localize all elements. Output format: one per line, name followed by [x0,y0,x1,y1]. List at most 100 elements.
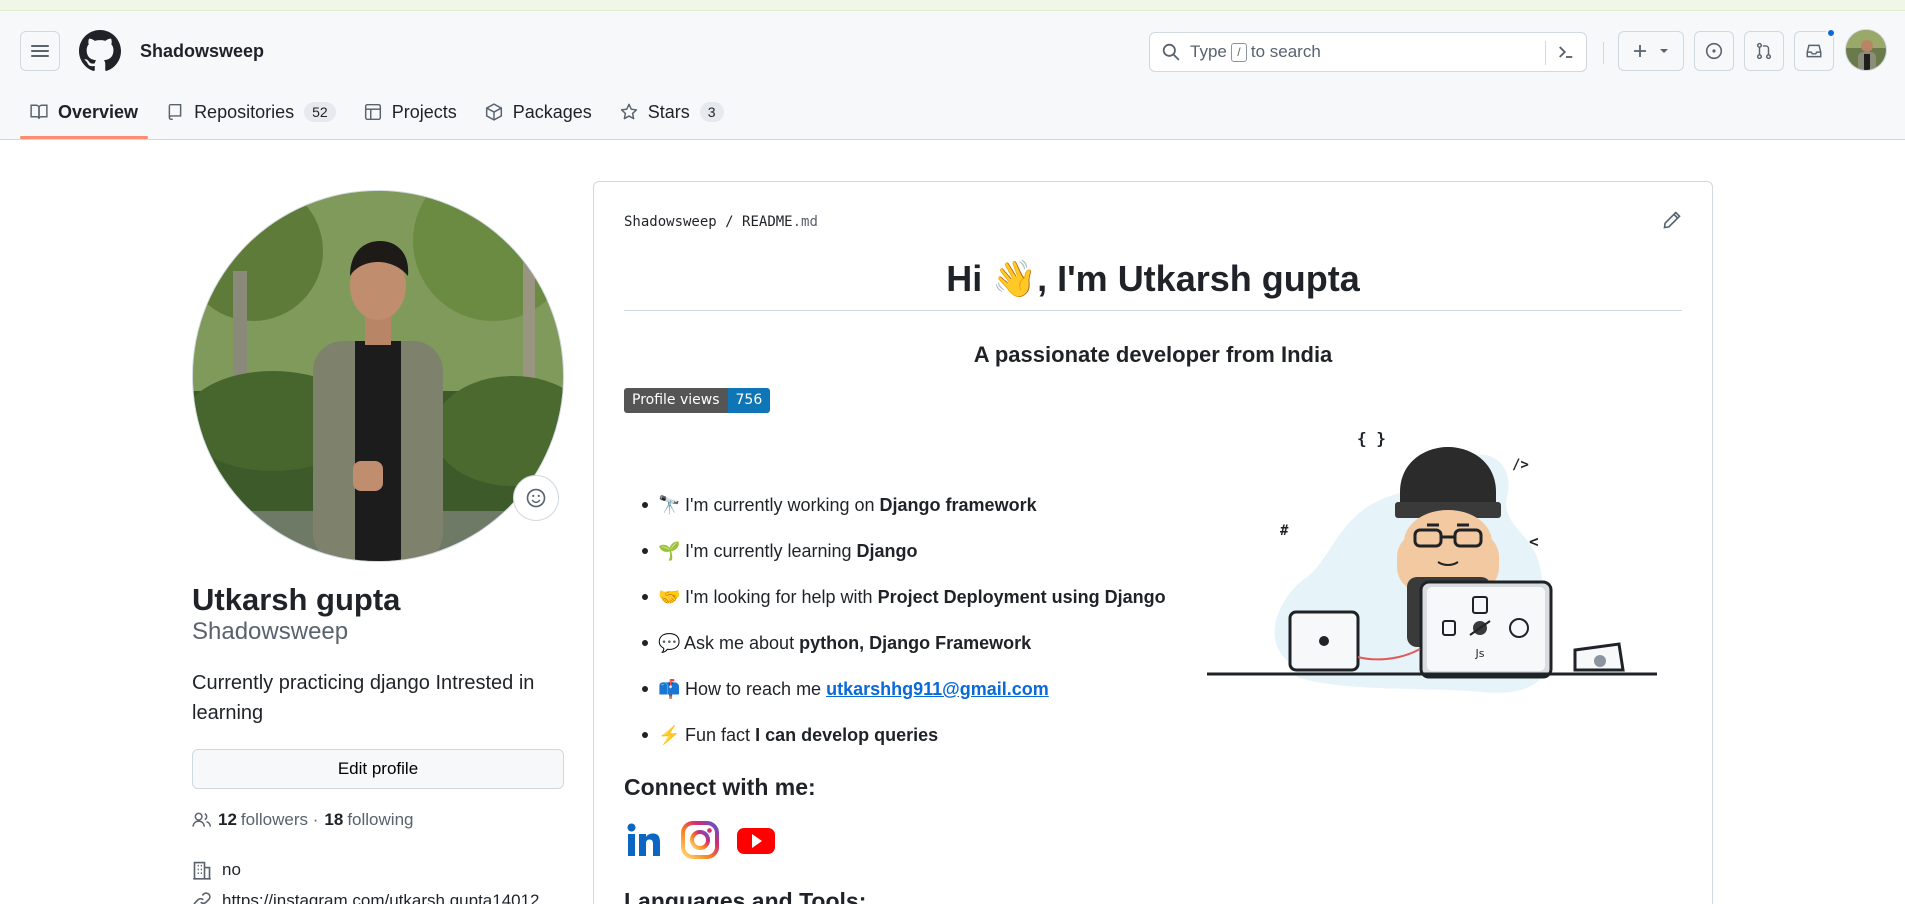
linkedin-icon[interactable] [624,820,664,860]
notifications-button[interactable] [1794,28,1836,71]
readme-card: Shadowsweep / README.md Hi 👋, I'm Utkars… [593,181,1713,904]
avatar-photo-icon [1846,30,1886,70]
search-placeholder-suffix: to search [1250,42,1321,61]
title-divider [624,310,1682,311]
create-new-button[interactable] [1618,31,1684,71]
followers-label[interactable]: followers [241,810,308,830]
github-logo-icon[interactable] [79,30,121,72]
tab-projects[interactable]: Projects [354,89,467,135]
inbox-icon [1806,44,1822,58]
pencil-icon[interactable] [1662,210,1682,230]
people-icon [192,812,212,827]
readme-file-ext: .md [792,214,818,230]
speech-bubble-emoji: 💬 [658,633,681,653]
seedling-emoji: 🌱 [658,541,681,561]
profile-photo-icon [193,191,563,561]
readme-file-name: README [742,214,793,230]
tab-packages-label: Packages [512,101,592,122]
company-text: no [222,860,241,879]
smiley-icon [526,488,546,508]
menu-button[interactable] [20,31,60,71]
list-item-bold: Project Deployment using Django [877,587,1166,607]
youtube-icon[interactable] [736,820,776,860]
hash-label: # [1280,523,1289,539]
edit-profile-button[interactable]: Edit profile [192,749,564,789]
waving-hand-emoji: 👋 [992,258,1038,299]
social-links [624,820,776,860]
website-url[interactable]: https://instagram.com/utkarsh.gupta14012 [222,891,540,904]
tab-overview-label: Overview [58,101,139,122]
header-divider [1603,42,1604,64]
plus-icon [1634,45,1646,57]
languages-heading: Languages and Tools: [624,888,867,904]
pull-requests-button[interactable] [1744,31,1784,71]
list-item-text: I'm currently learning [685,541,852,561]
profile-avatar[interactable] [192,190,564,562]
profile-website[interactable]: https://instagram.com/utkarsh.gupta14012 [192,891,540,904]
following-label[interactable]: following [347,810,413,830]
readme-subtitle: A passionate developer from India [973,342,1333,367]
header-username[interactable]: Shadowsweep [140,41,264,62]
profile-sidebar [192,190,564,562]
search-shortcut-key: / [1230,42,1247,62]
repositories-count: 52 [304,102,336,122]
profile-login: Shadowsweep [192,618,349,645]
js-label: Js [1475,647,1485,660]
pull-request-icon [1756,42,1772,60]
mailbox-emoji: 📫 [658,679,681,699]
list-item-text: Ask me about [684,633,795,653]
badge-label: Profile views [624,388,728,413]
follow-stats: 12 followers · 18 following [192,810,413,830]
instagram-icon[interactable] [680,820,720,860]
search-input[interactable]: Type / to search [1149,32,1587,72]
list-item: 🔭 I'm currently working on Django framew… [624,482,1166,528]
readme-breadcrumb: Shadowsweep / README.md [624,214,818,230]
followers-count[interactable]: 12 [218,810,237,830]
issue-opened-icon [1705,42,1723,60]
lightning-emoji: ⚡ [658,725,681,745]
list-item-text: Fun fact [685,725,751,745]
list-item-bold: Django [856,541,918,561]
connect-heading: Connect with me: [624,774,816,800]
list-item-text: How to reach me [685,679,822,699]
book-icon [30,104,48,119]
readme-file-link[interactable]: README.md [742,214,818,230]
table-icon [364,103,381,121]
profile-bio: Currently practicing django Intrested in… [192,672,535,724]
profile-tabs: Overview Repositories 52 Projects Packag… [20,89,742,139]
search-icon [1162,43,1180,61]
tab-stars[interactable]: Stars 3 [610,89,734,135]
list-item: 💬 Ask me about python, Django Framework [624,620,1166,666]
repo-icon [168,103,182,121]
coder-illustration-icon: { } /> # < Js [1207,429,1657,693]
unread-indicator [1826,28,1836,38]
command-palette-icon[interactable] [1556,42,1576,62]
handshake-emoji: 🤝 [658,587,681,607]
profile-fullname: Utkarsh gupta [192,582,401,617]
readme-owner-link[interactable]: Shadowsweep [624,214,717,230]
following-count[interactable]: 18 [324,810,343,830]
hamburger-icon [31,45,49,57]
readme-title-prefix: Hi [946,258,983,299]
list-item: ⚡ Fun fact I can develop queries [624,712,1166,758]
tab-repositories[interactable]: Repositories 52 [156,89,346,135]
tab-packages[interactable]: Packages [475,89,602,135]
tab-projects-label: Projects [391,101,457,122]
badge-value: 756 [727,388,771,413]
issues-button[interactable] [1694,31,1734,71]
user-avatar-menu[interactable] [1845,29,1887,71]
list-item-bold: python, Django Framework [799,633,1032,653]
organization-icon [193,861,211,880]
email-link[interactable]: utkarshhg911@gmail.com [826,679,1049,699]
package-icon [485,103,502,121]
search-placeholder-prefix: Type [1190,42,1227,61]
top-header: Shadowsweep Type / to search Overview Re… [0,11,1905,140]
set-status-button[interactable] [513,475,559,521]
star-icon [620,103,637,120]
tab-overview[interactable]: Overview [20,89,149,139]
tab-stars-label: Stars [647,101,690,122]
list-item: 🤝 I'm looking for help with Project Depl… [624,574,1166,620]
readme-list: 🔭 I'm currently working on Django framew… [624,482,1166,758]
list-item-bold: Django framework [879,495,1037,515]
list-item-text: I'm looking for help with [685,587,873,607]
